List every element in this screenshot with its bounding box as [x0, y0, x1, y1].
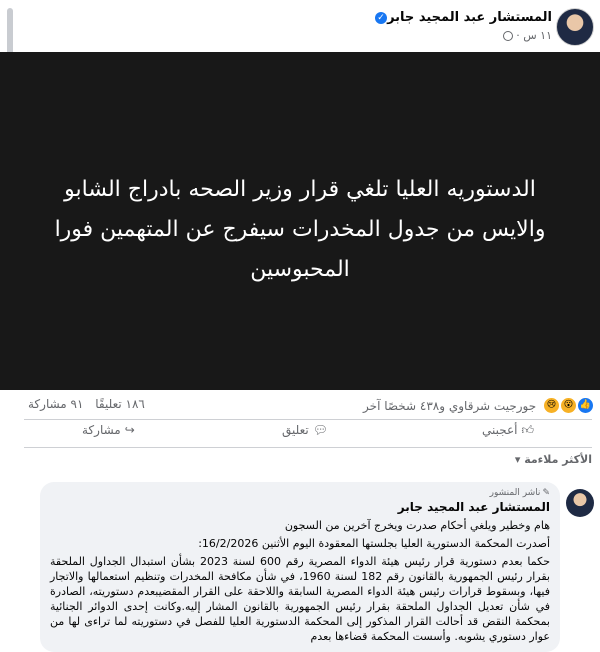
divider	[24, 419, 592, 420]
like-reaction-icon: 👍	[577, 397, 594, 414]
author-badge: ✎ناشر المنشور	[50, 488, 550, 498]
wow-reaction-icon: 😮	[560, 397, 577, 414]
like-button[interactable]: 👍︎أعجبني	[482, 423, 534, 438]
action-bar: 👍︎أعجبني 💬︎تعليق ↪مشاركة	[16, 423, 600, 443]
post-headline: الدستوريه العليا تلغي قرار وزير الصحه با…	[54, 177, 546, 282]
comment-button[interactable]: 💬︎تعليق	[282, 423, 328, 437]
comment-body: هام وخطير ويلغي أحكام صدرت ويخرج آخرين م…	[50, 518, 550, 644]
engagement-row: 👍😮😢 جورجيت شرقاوي و٤٣٨ شخصًا آخر ١٨٦ تعل…	[16, 394, 600, 418]
chevron-down-icon: ▾	[514, 453, 521, 466]
engagement-counts: ١٨٦ تعليقًا ٩١ مشاركة	[20, 397, 145, 411]
care-reaction-icon: 😢	[543, 397, 560, 414]
comment-author[interactable]: المستشار عبد المجيد جابر	[50, 500, 550, 514]
comment-line: أصدرت المحكمة الدستورية العليا بجلستها ا…	[198, 537, 550, 550]
globe-icon	[502, 31, 513, 41]
author-name[interactable]: المستشار عبد المجيد جابر	[387, 10, 552, 25]
badge-label: ناشر المنشور	[489, 488, 541, 498]
reactions-summary[interactable]: 👍😮😢 جورجيت شرقاوي و٤٣٨ شخصًا آخر	[363, 397, 594, 414]
post-header: المستشار عبد المجيد جابر✓ ١١ س ·	[16, 0, 600, 52]
shares-count[interactable]: ٩١ مشاركة	[28, 397, 83, 411]
sort-label: الأكثر ملاءمة	[524, 453, 592, 466]
comment-icon: 💬︎	[312, 423, 328, 437]
pen-icon: ✎	[542, 488, 550, 498]
comment-line: هام وخطير ويلغي أحكام صدرت ويخرج آخرين م…	[284, 519, 550, 532]
post-meta: ١١ س ·	[499, 29, 552, 42]
share-label: مشاركة	[82, 423, 121, 437]
comments-sort-dropdown[interactable]: الأكثر ملاءمة ▾	[515, 453, 592, 466]
reactions-text: جورجيت شرقاوي و٤٣٨ شخصًا آخر	[363, 398, 537, 413]
commenter-avatar[interactable]	[566, 489, 594, 517]
divider	[24, 447, 592, 448]
verified-icon: ✓	[375, 11, 388, 24]
post-image[interactable]: الدستوريه العليا تلغي قرار وزير الصحه با…	[0, 52, 600, 390]
thumbs-up-icon: 👍︎	[521, 423, 534, 437]
post-author[interactable]: المستشار عبد المجيد جابر✓	[372, 10, 552, 25]
share-icon: ↪	[124, 423, 135, 437]
comment-label: تعليق	[282, 423, 309, 437]
author-avatar[interactable]	[556, 8, 594, 46]
comment-bubble: ✎ناشر المنشور المستشار عبد المجيد جابر ه…	[40, 482, 560, 652]
comment-paragraph: حكما بعدم دستورية قرار رئيس هيئة الدواء …	[50, 555, 551, 643]
share-button[interactable]: ↪مشاركة	[82, 423, 135, 437]
like-label: أعجبني	[481, 423, 518, 437]
post-time[interactable]: ١١ س	[523, 29, 552, 42]
comments-count[interactable]: ١٨٦ تعليقًا	[95, 397, 145, 411]
